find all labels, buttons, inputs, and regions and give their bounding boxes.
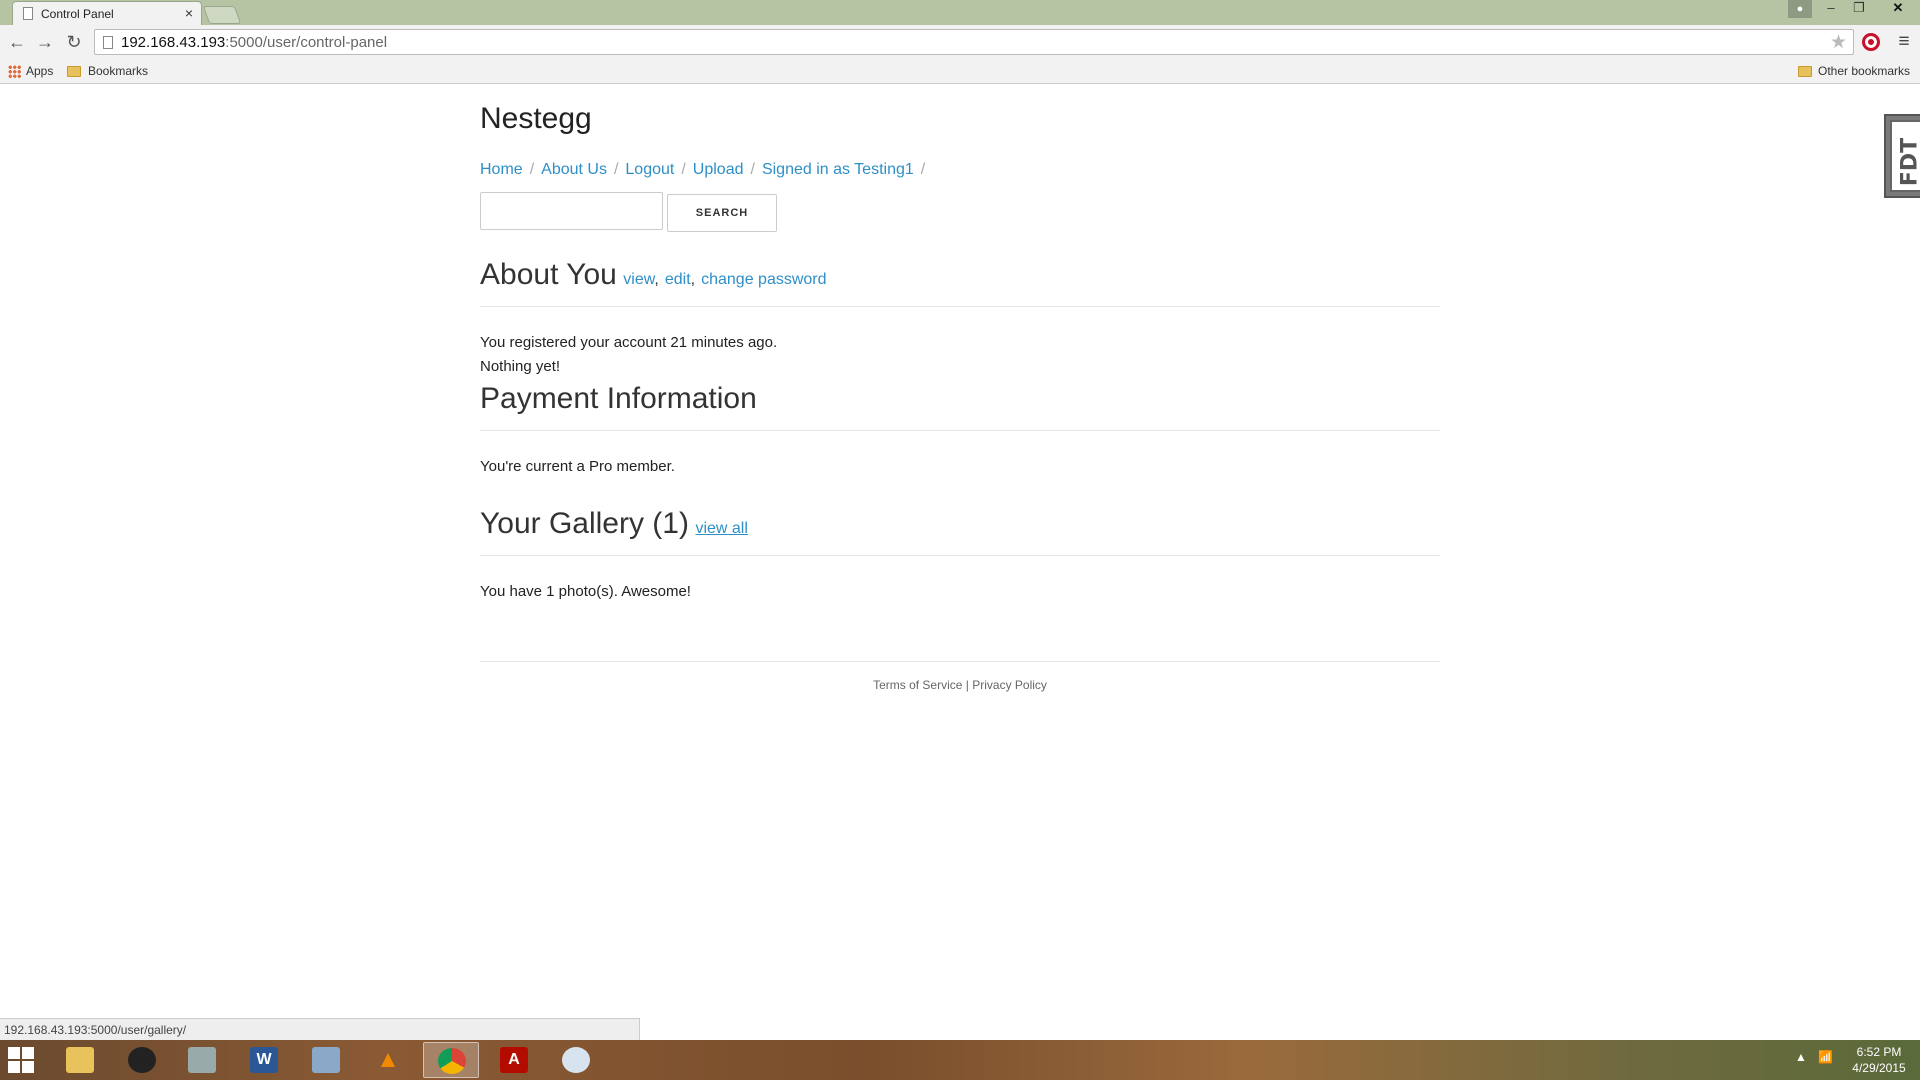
- menu-icon[interactable]: ≡: [1894, 29, 1914, 55]
- clock-time: 6:52 PM: [1856, 1045, 1902, 1059]
- edit-link[interactable]: edit: [665, 271, 691, 288]
- acrobat-icon[interactable]: A: [486, 1042, 542, 1078]
- about-you-links: view, edit, change password: [623, 271, 826, 288]
- footer: Terms of Service | Privacy Policy: [480, 678, 1440, 692]
- apps-grid-icon[interactable]: [8, 65, 21, 78]
- nav-logout[interactable]: Logout: [625, 161, 674, 178]
- browser-title-bar: Control Panel × ● ‒ ❐ ✕: [0, 0, 1920, 25]
- breadcrumb-separator: /: [529, 161, 535, 178]
- minimize-button[interactable]: ‒: [1818, 0, 1844, 18]
- calculator-icon[interactable]: [298, 1042, 354, 1078]
- bookmarks-bar: Apps Bookmarks Other bookmarks: [0, 59, 1920, 84]
- change-password-link[interactable]: change password: [701, 271, 826, 288]
- membership-text: You're current a Pro member.: [480, 458, 675, 475]
- new-tab-button[interactable]: [202, 6, 242, 24]
- side-tab-panel: FDT: [1890, 120, 1920, 192]
- extension-icon[interactable]: [1862, 33, 1880, 51]
- close-window-button[interactable]: ✕: [1876, 0, 1920, 18]
- folder-icon: [67, 66, 81, 77]
- tab-title: Control Panel: [41, 7, 114, 21]
- windows-start-icon[interactable]: [8, 1047, 34, 1073]
- windows-taskbar: W ▲ A ▲ 📶 6:52 PM 4/29/2015: [0, 1040, 1920, 1080]
- folder-icon: [1798, 66, 1812, 77]
- page-icon: [103, 36, 113, 49]
- browser-toolbar: ← → ↻ 192.168.43.193:5000/user/control-p…: [0, 25, 1920, 59]
- restore-button[interactable]: ❐: [1846, 0, 1872, 18]
- side-tab-label: FDT: [1897, 137, 1920, 187]
- about-you-title: About You: [480, 258, 617, 291]
- payment-title: Payment Information: [480, 382, 757, 415]
- nav-upload[interactable]: Upload: [693, 161, 744, 178]
- comma: ,: [690, 271, 696, 288]
- word-icon[interactable]: W: [236, 1042, 292, 1078]
- search-button[interactable]: SEARCH: [667, 194, 777, 232]
- site-brand[interactable]: Nestegg: [480, 102, 592, 136]
- bookmark-folder[interactable]: Bookmarks: [88, 64, 148, 78]
- registered-text: You registered your account 21 minutes a…: [480, 334, 778, 351]
- page-icon: [23, 7, 33, 20]
- breadcrumb-separator: /: [750, 161, 755, 178]
- media-player-icon[interactable]: [114, 1042, 170, 1078]
- status-url: 192.168.43.193:5000/user/gallery/: [0, 1018, 640, 1040]
- vlc-icon[interactable]: ▲: [360, 1042, 416, 1078]
- paint-icon[interactable]: [548, 1042, 604, 1078]
- side-feedback-tab[interactable]: FDT: [1884, 114, 1920, 198]
- terms-link[interactable]: Terms of Service: [873, 678, 962, 692]
- nav-about-us[interactable]: About Us: [541, 161, 607, 178]
- search-input[interactable]: [480, 192, 663, 230]
- nav-signed-in[interactable]: Signed in as Testing1: [762, 161, 914, 178]
- clock-date: 4/29/2015: [1852, 1061, 1906, 1075]
- payment-header: Payment Information: [480, 382, 1440, 431]
- comma: ,: [654, 271, 659, 288]
- network-icon[interactable]: 📶: [1818, 1050, 1833, 1064]
- url-text: 192.168.43.193:5000/user/control-panel: [121, 34, 387, 51]
- firewall-icon[interactable]: [174, 1042, 230, 1078]
- breadcrumb-separator: /: [613, 161, 619, 178]
- breadcrumb-separator: /: [681, 161, 686, 178]
- gallery-header: Your Gallery (1) view all: [480, 507, 1440, 556]
- url-path: :5000/user/control-panel: [225, 34, 388, 51]
- bookmark-apps[interactable]: Apps: [26, 64, 53, 78]
- status-text: Nothing yet!: [480, 358, 561, 375]
- clock[interactable]: 6:52 PM 4/29/2015: [1842, 1044, 1916, 1076]
- tab-close-icon[interactable]: ×: [185, 5, 193, 21]
- chrome-icon[interactable]: [423, 1042, 479, 1078]
- nav-home[interactable]: Home: [480, 161, 523, 178]
- file-explorer-icon[interactable]: [52, 1042, 108, 1078]
- view-all-link[interactable]: view all: [695, 520, 747, 537]
- about-you-header: About You view, edit, change password: [480, 258, 1440, 307]
- gallery-title: Your Gallery (1): [480, 507, 689, 540]
- bookmark-star-icon[interactable]: ★: [1830, 31, 1847, 54]
- back-arrow-icon[interactable]: ←: [4, 29, 30, 55]
- other-bookmarks[interactable]: Other bookmarks: [1818, 64, 1910, 78]
- reload-icon[interactable]: ↻: [61, 29, 87, 55]
- breadcrumb-separator: /: [920, 161, 926, 178]
- tab-control-panel[interactable]: Control Panel ×: [12, 1, 202, 25]
- footer-divider: [480, 661, 1440, 662]
- gallery-links: view all: [695, 520, 747, 537]
- footer-separator: |: [965, 678, 969, 692]
- url-host: 192.168.43.193: [121, 34, 226, 51]
- breadcrumb: Home / About Us / Logout / Upload / Signed in as…: [480, 161, 932, 179]
- forward-arrow-icon[interactable]: →: [32, 29, 58, 55]
- address-bar[interactable]: 192.168.43.193:5000/user/control-panel ★: [94, 29, 1854, 55]
- person-icon[interactable]: ●: [1788, 0, 1812, 18]
- photo-count-text: You have 1 photo(s). Awesome!: [480, 583, 691, 600]
- tray-arrow-icon[interactable]: ▲: [1795, 1050, 1807, 1064]
- privacy-link[interactable]: Privacy Policy: [972, 678, 1047, 692]
- view-link[interactable]: view: [623, 271, 654, 288]
